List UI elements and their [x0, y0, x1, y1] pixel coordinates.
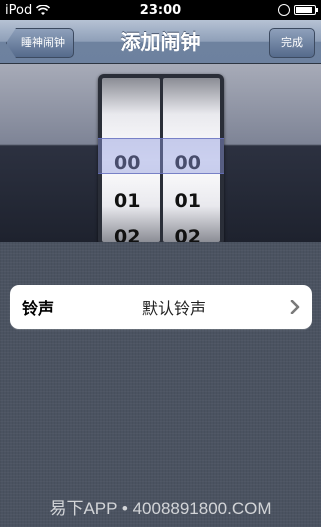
ringtone-row[interactable]: 铃声 默认铃声: [10, 285, 312, 329]
rotation-lock-icon: [278, 4, 290, 16]
time-picker-area: 00 01 02 00 01 02: [0, 64, 321, 246]
minute-item[interactable]: 02: [175, 226, 201, 242]
battery-fill: [296, 7, 313, 13]
wifi-icon: [36, 4, 51, 15]
watermark: 易下APP • 4008891800.COM: [49, 499, 272, 518]
status-bar: iPod 23:00: [0, 0, 321, 20]
hour-item[interactable]: 00: [114, 152, 140, 174]
minute-item[interactable]: 00: [175, 152, 201, 174]
minute-wheel[interactable]: 00 01 02: [162, 78, 220, 242]
hour-wheel[interactable]: 00 01 02: [102, 78, 160, 242]
minute-item[interactable]: 01: [175, 190, 201, 212]
back-button[interactable]: 睡神闹钟: [6, 28, 74, 58]
nav-bar: 添加闹钟 睡神闹钟 完成: [0, 20, 321, 64]
time-picker: 00 01 02 00 01 02: [98, 74, 224, 246]
status-right: [278, 4, 318, 16]
ringtone-value: 默认铃声: [142, 299, 207, 318]
hour-item[interactable]: 02: [114, 226, 140, 242]
carrier-label: iPod: [5, 2, 33, 18]
status-left: iPod: [5, 2, 51, 18]
done-button[interactable]: 完成: [269, 28, 315, 58]
ringtone-label: 铃声: [22, 299, 55, 318]
hour-item[interactable]: 01: [114, 190, 140, 212]
battery-icon: [294, 5, 318, 15]
chevron-right-icon: [290, 300, 300, 314]
